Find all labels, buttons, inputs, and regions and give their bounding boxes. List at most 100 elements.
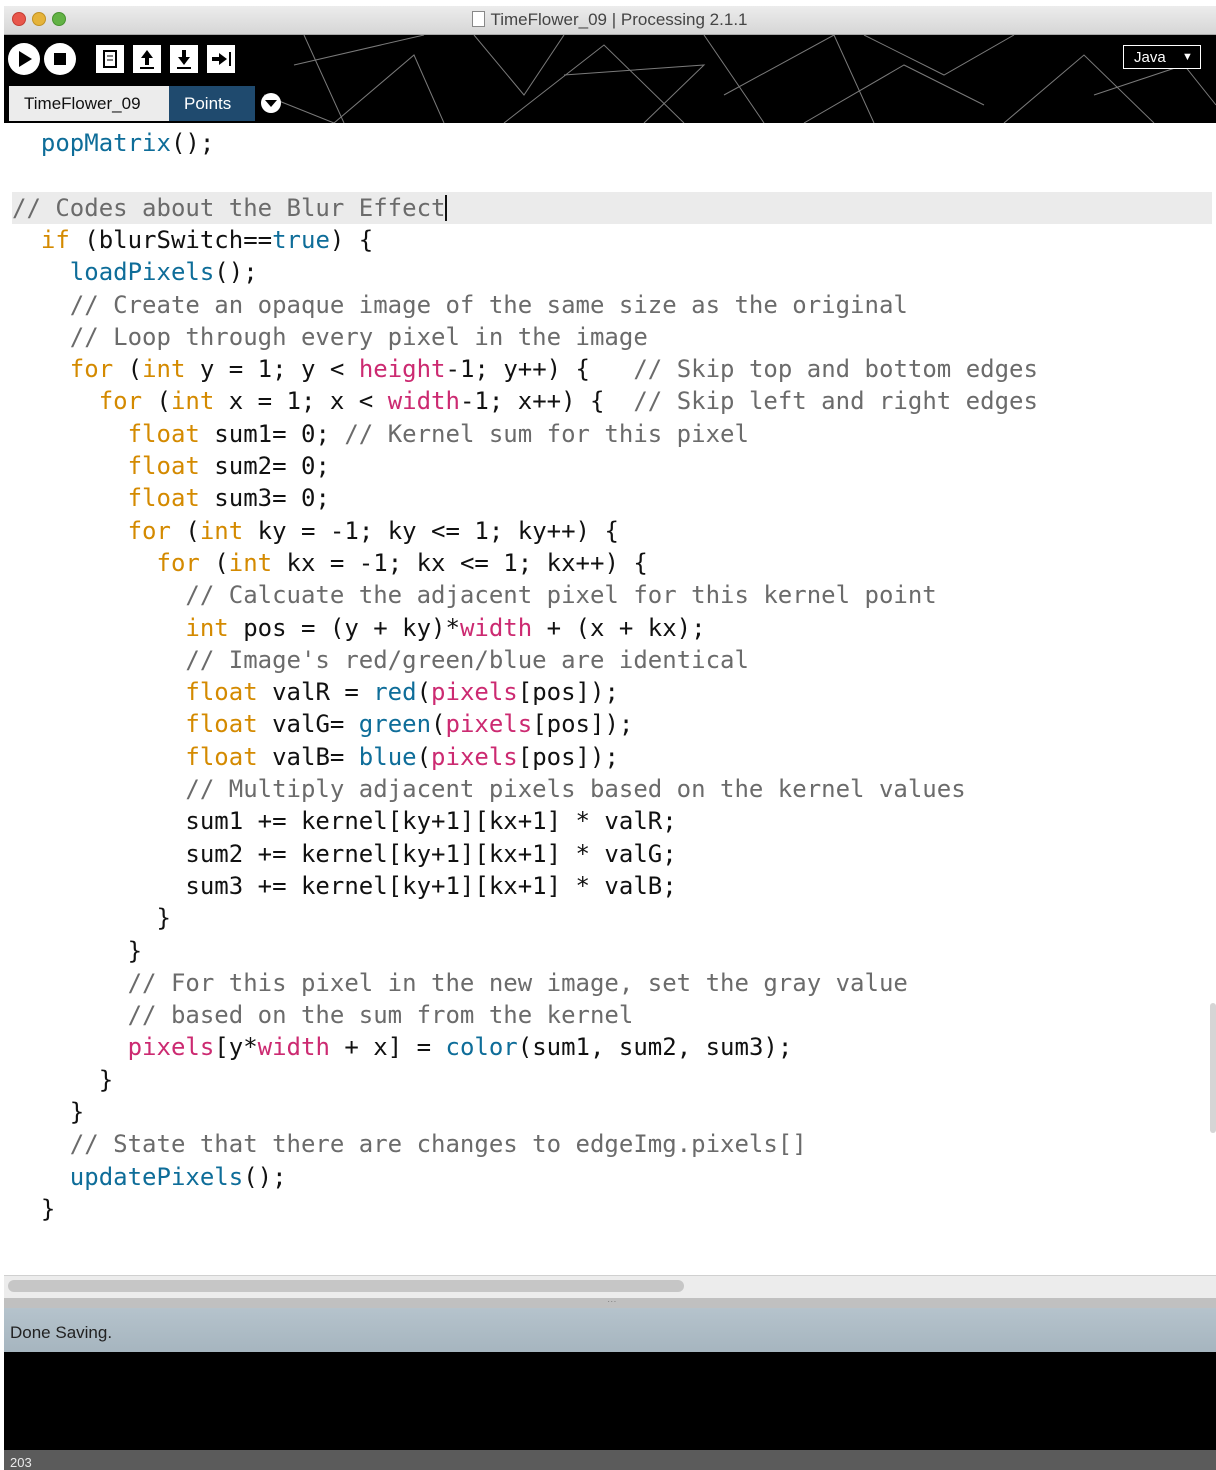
chevron-down-icon [265, 100, 277, 107]
code-token: pixels [12, 1033, 215, 1062]
code-line[interactable]: // Loop through every pixel in the image [12, 321, 1212, 353]
code-token: + (x + kx); [532, 613, 706, 642]
code-token: ( [416, 678, 432, 707]
code-token: height [358, 355, 446, 384]
code-line[interactable]: // Multiply adjacent pixels based on the… [12, 773, 1212, 805]
code-token: x = 1; x < [214, 387, 388, 416]
code-line[interactable]: int pos = (y + ky)*width + (x + kx); [12, 612, 1212, 644]
code-token: // Codes about the Blur Effect [12, 193, 446, 222]
status-message: Done Saving. [10, 1323, 113, 1342]
export-icon [212, 52, 231, 66]
title-bar: TimeFlower_09 | Processing 2.1.1 [4, 6, 1216, 35]
code-token: green [358, 710, 432, 739]
code-token: // Calcuate the adjacent pixel for this … [12, 581, 937, 610]
code-line[interactable]: } [12, 935, 1212, 967]
code-line[interactable]: float valG= green(pixels[pos]); [12, 708, 1212, 740]
window-title: TimeFlower_09 | Processing 2.1.1 [490, 10, 748, 29]
mode-selector[interactable]: Java ▼ [1123, 45, 1201, 69]
code-line[interactable]: if (blurSwitch==true) { [12, 224, 1212, 256]
code-line[interactable]: for (int ky = -1; ky <= 1; ky++) { [12, 515, 1212, 547]
code-line[interactable]: updatePixels(); [12, 1161, 1212, 1193]
code-token: blue [358, 742, 417, 771]
status-bar: Done Saving. [4, 1308, 1216, 1352]
code-token: [pos]); [532, 710, 634, 739]
tab-label: TimeFlower_09 [24, 94, 141, 113]
code-token: } [12, 936, 143, 965]
code-line[interactable]: for (int x = 1; x < width-1; x++) { // S… [12, 385, 1212, 417]
stop-icon [54, 53, 66, 65]
code-line[interactable]: float sum2= 0; [12, 450, 1212, 482]
code-token: ( [199, 548, 229, 577]
code-line[interactable]: // Create an opaque image of the same si… [12, 289, 1212, 321]
export-button[interactable] [207, 45, 235, 73]
code-editor[interactable]: popMatrix();// Codes about the Blur Effe… [4, 123, 1216, 1275]
code-line[interactable]: popMatrix(); [12, 127, 1212, 159]
tab-timeflower[interactable]: TimeFlower_09 [9, 86, 169, 121]
code-line[interactable]: for (int kx = -1; kx <= 1; kx++) { [12, 547, 1212, 579]
run-button[interactable] [8, 43, 40, 75]
stop-button[interactable] [44, 43, 76, 75]
code-line[interactable]: float sum3= 0; [12, 482, 1212, 514]
code-line[interactable]: // Image's red/green/blue are identical [12, 644, 1212, 676]
code-line[interactable]: sum2 += kernel[ky+1][kx+1] * valG; [12, 838, 1212, 870]
tab-label: Points [184, 94, 232, 113]
code-token: popMatrix [12, 129, 171, 157]
code-token: (); [170, 129, 215, 157]
code-token: // Kernel sum for this pixel [344, 419, 749, 448]
code-token: // Multiply adjacent pixels based on the… [12, 775, 966, 803]
code-token: loadPixels [12, 258, 215, 287]
code-line[interactable]: sum3 += kernel[ky+1][kx+1] * valB; [12, 870, 1212, 902]
save-sketch-button[interactable] [170, 45, 198, 73]
open-sketch-button[interactable] [133, 45, 161, 73]
tab-points[interactable]: Points [169, 86, 255, 121]
console-divider[interactable]: ⋅⋅⋅ [4, 1298, 1216, 1308]
divider-grip-icon: ⋅⋅⋅ [607, 1297, 617, 1308]
code-line[interactable]: loadPixels(); [12, 256, 1212, 288]
code-line[interactable]: // State that there are changes to edgeI… [12, 1128, 1212, 1160]
code-token: kx = -1; kx <= 1; kx++) { [272, 548, 648, 577]
code-token: (blurSwitch== [69, 225, 273, 254]
code-token: (sum1, sum2, sum3); [517, 1033, 793, 1062]
code-line[interactable]: float valB= blue(pixels[pos]); [12, 741, 1212, 773]
code-token: // Loop through every pixel in the image [12, 322, 648, 351]
code-token: float [12, 419, 200, 448]
code-token: valR = [257, 678, 374, 707]
code-line[interactable]: float valR = red(pixels[pos]); [12, 676, 1212, 708]
code-token: float [12, 484, 200, 513]
code-token: for [12, 516, 171, 545]
code-line[interactable]: // Codes about the Blur Effect [12, 191, 1212, 224]
code-token: pixels [431, 678, 518, 707]
code-line[interactable]: } [12, 1096, 1212, 1128]
horizontal-scroll-thumb[interactable] [8, 1280, 684, 1292]
console-area[interactable] [4, 1352, 1216, 1450]
code-token: (); [214, 258, 258, 287]
code-token: if [12, 225, 70, 254]
code-token: float [12, 742, 258, 771]
code-line[interactable]: // Calcuate the adjacent pixel for this … [12, 579, 1212, 611]
footer-bar: 203 [4, 1450, 1216, 1470]
code-token: [pos]); [517, 678, 619, 707]
window-title-wrap: TimeFlower_09 | Processing 2.1.1 [4, 10, 1216, 30]
line-number: 203 [10, 1455, 32, 1470]
code-line[interactable]: for (int y = 1; y < height-1; y++) { // … [12, 353, 1212, 385]
code-line[interactable] [12, 159, 1212, 191]
code-token: } [12, 1098, 85, 1126]
code-line[interactable]: // based on the sum from the kernel [12, 999, 1212, 1031]
new-sketch-button[interactable] [96, 45, 124, 73]
horizontal-scrollbar[interactable] [4, 1275, 1216, 1298]
code-line[interactable]: pixels[y*width + x] = color(sum1, sum2, … [12, 1031, 1212, 1063]
code-token: [pos]); [517, 742, 619, 771]
code-line[interactable]: } [12, 902, 1212, 934]
code-token: // Skip left and right edges [633, 387, 1038, 416]
code-line[interactable]: } [12, 1193, 1212, 1225]
code-line[interactable]: } [12, 1064, 1212, 1096]
code-line[interactable]: float sum1= 0; // Kernel sum for this pi… [12, 418, 1212, 450]
code-token: for [12, 548, 200, 577]
code-token: width [257, 1033, 330, 1062]
code-line[interactable]: // For this pixel in the new image, set … [12, 967, 1212, 999]
tab-menu-button[interactable] [261, 93, 281, 113]
code-token: // Create an opaque image of the same si… [12, 290, 908, 319]
code-token: } [12, 904, 171, 933]
code-token: for [12, 355, 114, 384]
code-line[interactable]: sum1 += kernel[ky+1][kx+1] * valR; [12, 805, 1212, 837]
